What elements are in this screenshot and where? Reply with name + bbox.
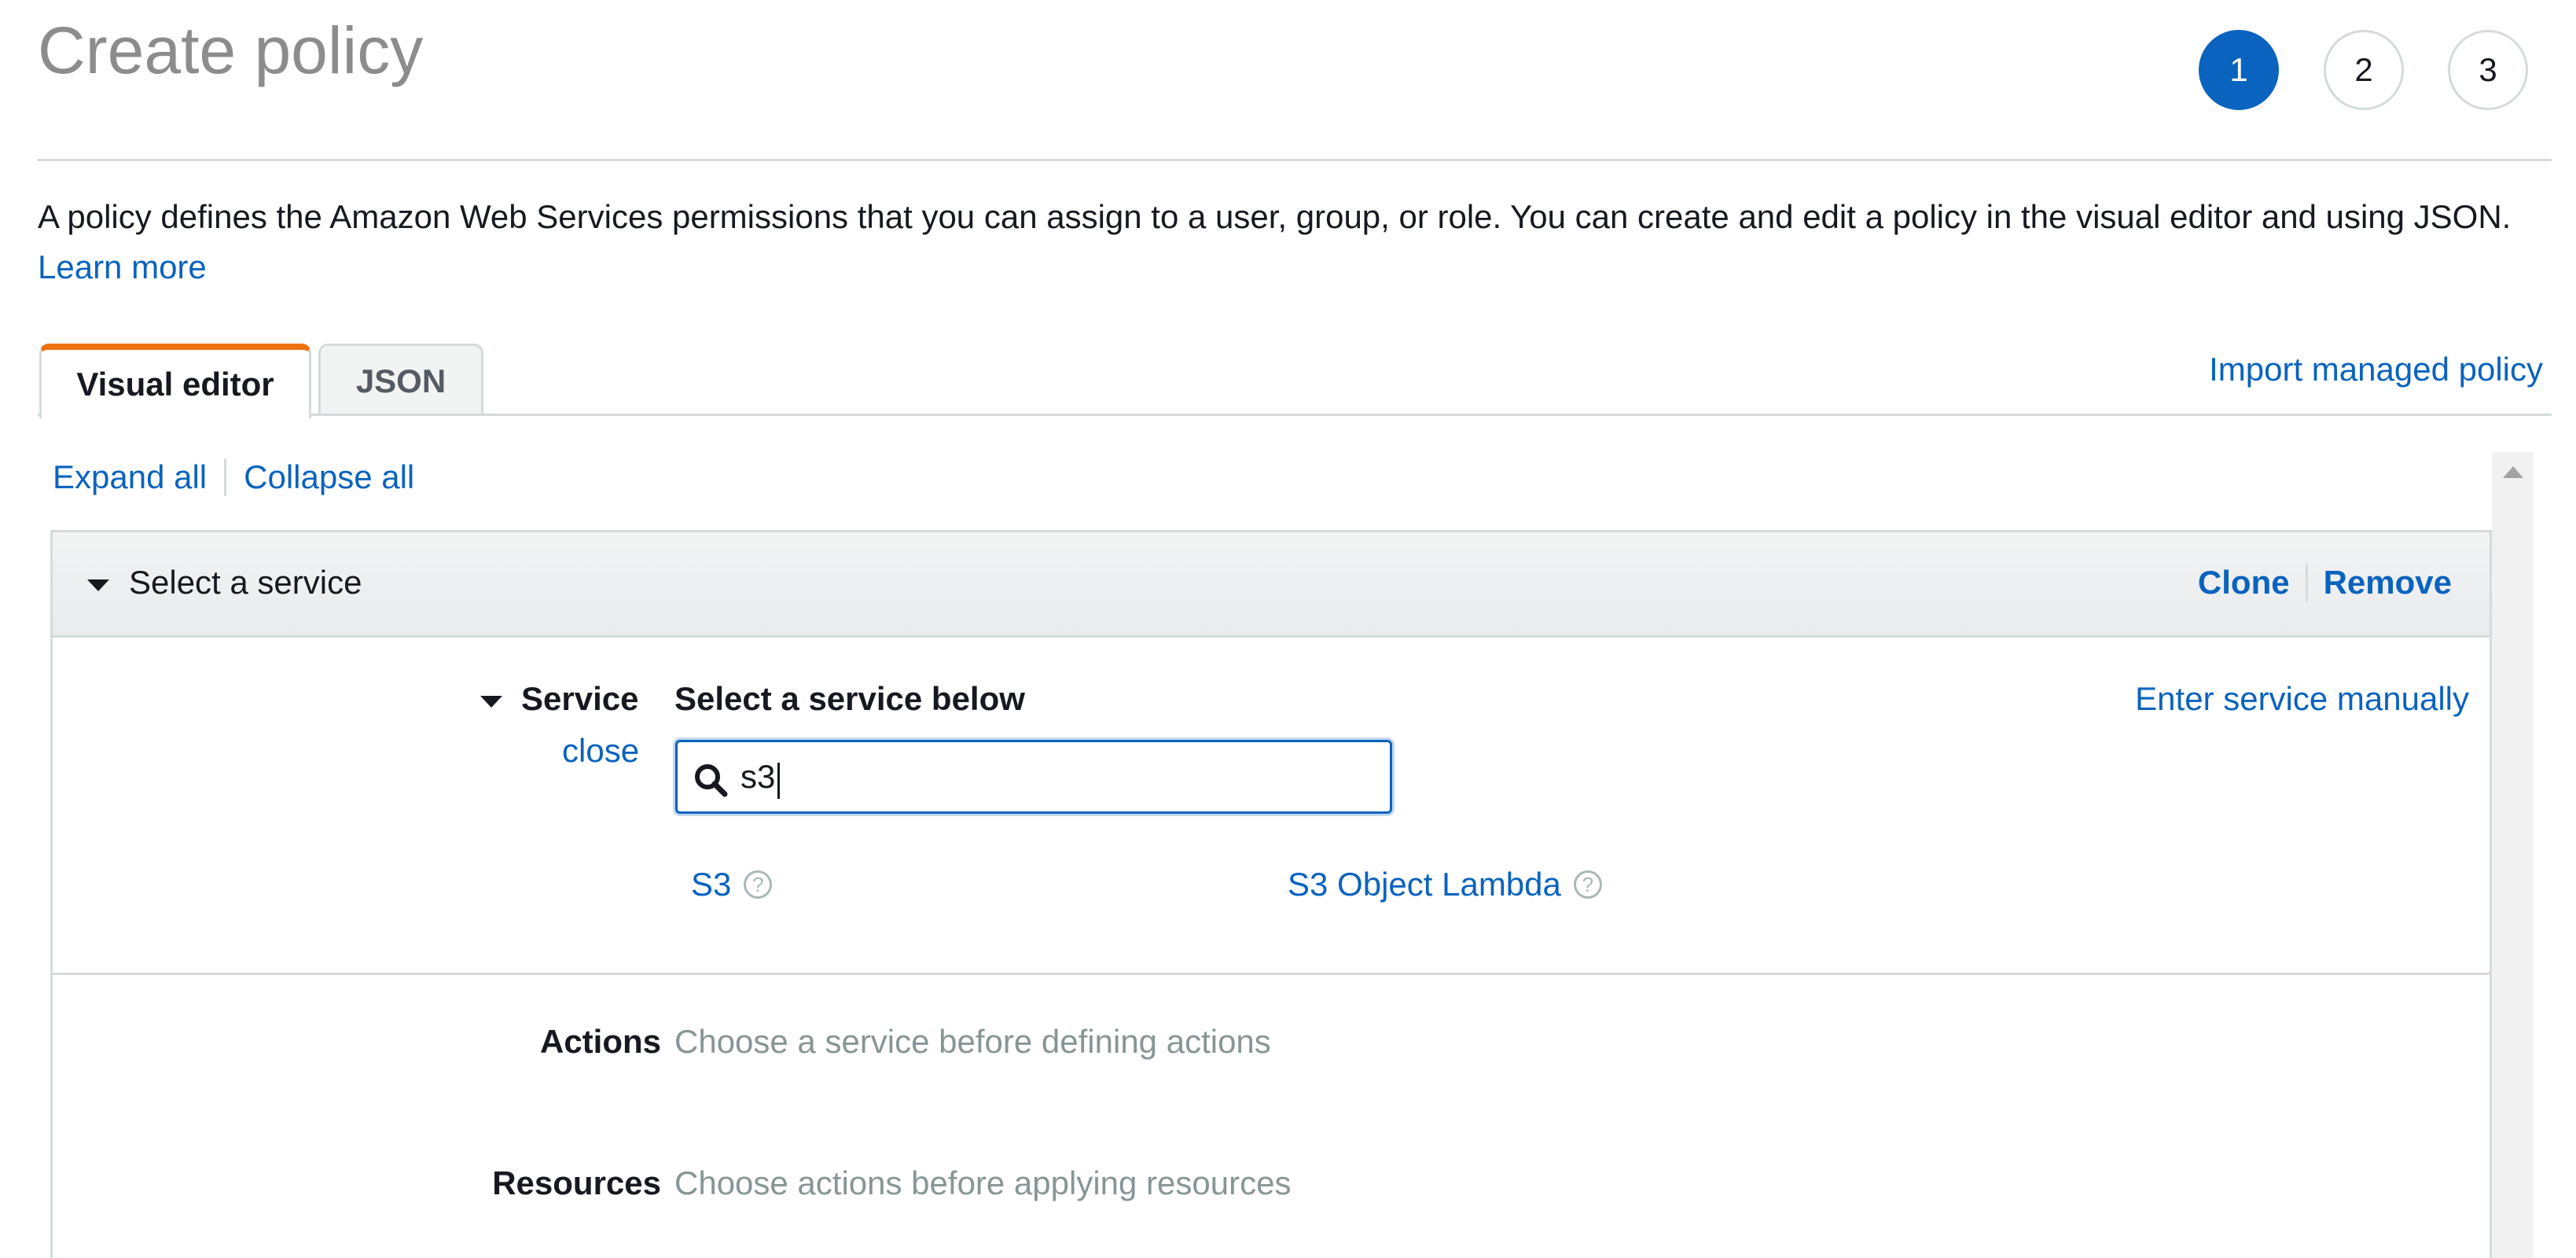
create-policy-page: Create policy 1 2 3 A policy defines the…: [0, 0, 2576, 1258]
step-1-indicator: 1: [2199, 30, 2279, 110]
collapse-all-link[interactable]: Collapse all: [244, 458, 414, 496]
step-2-indicator: 2: [2324, 30, 2404, 110]
service-result-s3: S3 ?: [691, 866, 773, 903]
page-title: Create policy: [38, 13, 424, 87]
actions-hint: Choose a service before defining actions: [674, 1023, 1271, 1060]
help-icon[interactable]: ?: [744, 870, 773, 899]
clone-button[interactable]: Clone: [2198, 564, 2290, 601]
collapse-caret-icon[interactable]: [87, 579, 109, 591]
enter-service-manually-link[interactable]: Enter service manually: [2135, 680, 2469, 718]
service-result-s3-object-lambda: S3 Object Lambda ?: [1288, 866, 1602, 903]
select-service-heading: Select a service below: [674, 680, 1025, 717]
remove-button[interactable]: Remove: [2324, 564, 2452, 601]
service-close-link[interactable]: close: [562, 732, 639, 770]
tab-underline: [38, 414, 2552, 416]
service-result-s3-link[interactable]: S3: [691, 866, 731, 903]
toolbar-separator: [224, 458, 227, 496]
tab-visual-editor[interactable]: Visual editor: [39, 344, 311, 418]
resources-hint: Choose actions before applying resources: [674, 1164, 1292, 1201]
statement-panel: Select a service Clone Remove Service cl…: [50, 530, 2492, 1258]
statement-actions: Clone Remove: [2198, 564, 2452, 601]
service-search-input[interactable]: [740, 750, 1369, 804]
actions-label: Actions: [539, 1023, 661, 1060]
resources-label: Resources: [492, 1164, 661, 1201]
learn-more-link[interactable]: Learn more: [38, 248, 207, 286]
service-search-box[interactable]: [675, 740, 1392, 814]
service-result-s3-object-lambda-link[interactable]: S3 Object Lambda: [1288, 866, 1561, 903]
policy-description: A policy defines the Amazon Web Services…: [38, 198, 2512, 235]
statement-title: Select a service: [129, 564, 362, 601]
import-managed-policy-link[interactable]: Import managed policy: [2209, 351, 2543, 388]
text-cursor: [777, 763, 780, 799]
search-icon: [695, 764, 728, 797]
expand-collapse-toolbar: Expand all Collapse all: [53, 458, 414, 496]
tab-json[interactable]: JSON: [318, 344, 483, 416]
statement-panel-header[interactable]: Select a service Clone Remove: [53, 532, 2490, 638]
service-caret-icon[interactable]: [480, 696, 502, 708]
expand-all-link[interactable]: Expand all: [53, 458, 207, 496]
help-icon[interactable]: ?: [1573, 870, 1602, 899]
service-label[interactable]: Service: [521, 680, 638, 718]
actions-separator: [2305, 564, 2308, 601]
section-divider: [53, 973, 2490, 975]
vertical-scrollbar[interactable]: [2492, 452, 2533, 1258]
step-3-indicator: 3: [2448, 30, 2528, 110]
scroll-up-arrow-icon[interactable]: [2503, 466, 2523, 478]
header-divider: [38, 159, 2552, 161]
